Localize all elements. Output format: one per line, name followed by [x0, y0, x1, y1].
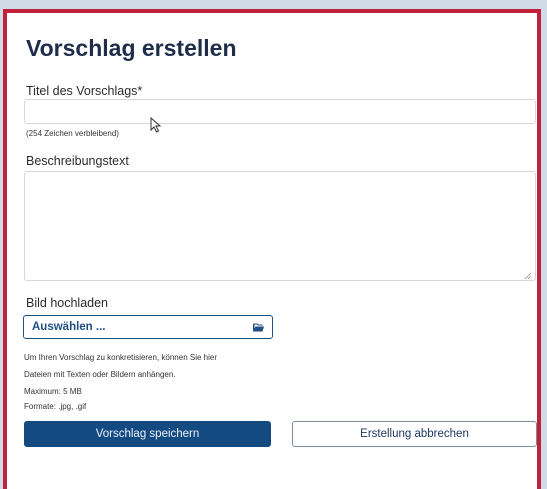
- upload-formats: Formate: .jpg, .gif: [24, 402, 87, 411]
- description-textarea[interactable]: [24, 171, 536, 281]
- upload-info-line: Maximum: 5 MB: [24, 387, 82, 396]
- title-input[interactable]: [24, 99, 536, 124]
- upload-label: Bild hochladen: [26, 296, 109, 310]
- save-button[interactable]: Vorschlag speichern: [24, 421, 271, 447]
- form-panel: Vorschlag erstellen Titel des Vorschlags…: [3, 9, 541, 489]
- character-counter: (254 Zeichen verbleibend): [26, 129, 119, 138]
- description-field-label: Beschreibungstext: [26, 154, 129, 168]
- upload-info-line: Um Ihren Vorschlag zu konkretisieren, kö…: [24, 353, 217, 362]
- upload-info: Um Ihren Vorschlag zu konkretisieren, kö…: [24, 349, 324, 400]
- folder-icon: [253, 323, 264, 332]
- file-select-label: Auswählen ...: [32, 321, 106, 333]
- page-title: Vorschlag erstellen: [26, 35, 237, 61]
- mouse-pointer-icon: [150, 117, 162, 133]
- file-select-button[interactable]: Auswählen ...: [23, 315, 273, 339]
- upload-info-line: Dateien mit Texten oder Bildern anhängen…: [24, 370, 176, 379]
- resize-handle-icon[interactable]: [522, 270, 532, 280]
- cancel-button[interactable]: Erstellung abbrechen: [292, 421, 537, 447]
- title-field-label: Titel des Vorschlags*: [26, 84, 143, 98]
